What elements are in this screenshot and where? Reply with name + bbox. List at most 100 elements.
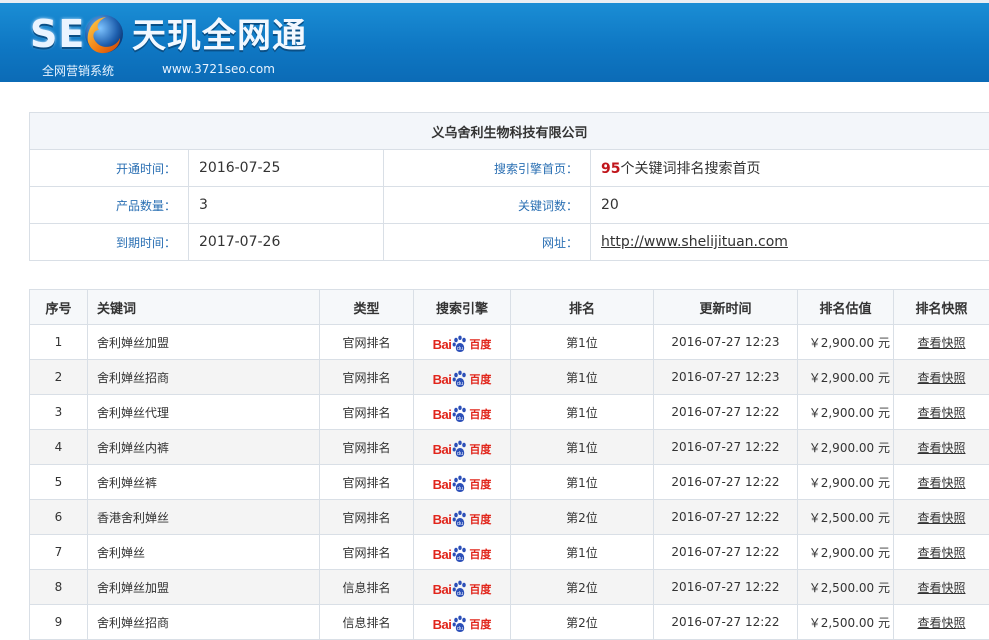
table-header-row: 序号 关键词 类型 搜索引擎 排名 更新时间 排名估值 排名快照: [30, 290, 989, 325]
view-snapshot-link[interactable]: 查看快照: [917, 371, 965, 385]
row-number: 7: [30, 535, 88, 570]
row-number: 6: [30, 500, 88, 535]
row-keyword: 舍利婵丝招商: [88, 360, 320, 395]
svg-text:du: du: [457, 451, 463, 457]
view-snapshot-link[interactable]: 查看快照: [917, 511, 965, 525]
col-header-snapshot: 排名快照: [894, 290, 989, 325]
view-snapshot-link[interactable]: 查看快照: [917, 476, 965, 490]
homepage-keyword-count: 95: [601, 161, 620, 177]
view-snapshot-link[interactable]: 查看快照: [917, 616, 965, 630]
baidu-paw-icon: du: [452, 580, 468, 598]
row-snapshot: 查看快照: [894, 325, 989, 360]
table-row: 2 舍利婵丝招商 官网排名 Bai du 百度 第1位 2016-07-27 1…: [30, 360, 989, 395]
baidu-paw-icon: du: [452, 370, 468, 388]
company-info-table: 义乌舍利生物科技有限公司 开通时间： 2016-07-25 搜索引擎首页： 95…: [29, 112, 989, 261]
company-name: 义乌舍利生物科技有限公司: [30, 113, 989, 150]
firefox-globe-icon: [82, 12, 126, 56]
row-snapshot: 查看快照: [894, 395, 989, 430]
row-value: ￥2,900.00 元: [798, 395, 894, 430]
website-link[interactable]: http://www.shelijituan.com: [601, 234, 788, 250]
baidu-logo-du: 百度: [469, 336, 491, 352]
svg-text:du: du: [457, 591, 463, 597]
svg-text:du: du: [457, 486, 463, 492]
baidu-logo-bai: Bai: [433, 582, 452, 597]
row-value: ￥2,500.00 元: [798, 570, 894, 605]
col-header-value: 排名估值: [798, 290, 894, 325]
row-update-time: 2016-07-27 12:22: [654, 465, 798, 500]
row-type: 官网排名: [320, 325, 414, 360]
baidu-logo-bai: Bai: [433, 442, 452, 457]
row-rank: 第1位: [511, 360, 654, 395]
baidu-paw-icon: du: [452, 615, 468, 633]
baidu-logo-du: 百度: [469, 546, 491, 562]
table-row: 3 舍利婵丝代理 官网排名 Bai du 百度 第1位 2016-07-27 1…: [30, 395, 989, 430]
search-homepage-label: 搜索引擎首页：: [384, 150, 591, 187]
keyword-count-label: 关键词数：: [384, 187, 591, 224]
row-number: 2: [30, 360, 88, 395]
keyword-ranking-table: 序号 关键词 类型 搜索引擎 排名 更新时间 排名估值 排名快照 1 舍利婵丝加…: [29, 289, 989, 640]
view-snapshot-link[interactable]: 查看快照: [917, 406, 965, 420]
search-homepage-value: 95个关键词排名搜索首页: [591, 150, 989, 187]
row-rank: 第2位: [511, 570, 654, 605]
baidu-logo-du: 百度: [469, 476, 491, 492]
baidu-logo-bai: Bai: [433, 407, 452, 422]
row-type: 官网排名: [320, 500, 414, 535]
logo-subtitle: 全网营销系统: [42, 62, 114, 79]
row-rank: 第1位: [511, 465, 654, 500]
view-snapshot-link[interactable]: 查看快照: [917, 546, 965, 560]
expire-date-value: 2017-07-26: [189, 224, 384, 261]
row-snapshot: 查看快照: [894, 465, 989, 500]
baidu-logo: Bai du 百度: [433, 545, 492, 563]
row-number: 4: [30, 430, 88, 465]
svg-text:du: du: [457, 346, 463, 352]
row-rank: 第1位: [511, 535, 654, 570]
row-rank: 第2位: [511, 605, 654, 640]
row-update-time: 2016-07-27 12:22: [654, 570, 798, 605]
svg-text:du: du: [457, 381, 463, 387]
homepage-keyword-text: 个关键词排名搜索首页: [620, 161, 760, 177]
row-type: 官网排名: [320, 465, 414, 500]
row-rank: 第2位: [511, 500, 654, 535]
row-number: 8: [30, 570, 88, 605]
row-rank: 第1位: [511, 395, 654, 430]
row-update-time: 2016-07-27 12:22: [654, 500, 798, 535]
table-row: 7 舍利婵丝 官网排名 Bai du 百度 第1位 2016-07-27 12:…: [30, 535, 989, 570]
col-header-keyword: 关键词: [88, 290, 320, 325]
row-update-time: 2016-07-27 12:23: [654, 325, 798, 360]
view-snapshot-link[interactable]: 查看快照: [917, 336, 965, 350]
col-header-rank: 排名: [511, 290, 654, 325]
col-header-engine: 搜索引擎: [414, 290, 511, 325]
logo-url: www.3721seo.com: [162, 62, 275, 76]
row-number: 1: [30, 325, 88, 360]
row-engine: Bai du 百度: [414, 430, 511, 465]
row-number: 9: [30, 605, 88, 640]
row-keyword: 舍利婵丝内裤: [88, 430, 320, 465]
table-row: 5 舍利婵丝裤 官网排名 Bai du 百度 第1位 2016-07-27 12…: [30, 465, 989, 500]
row-number: 3: [30, 395, 88, 430]
baidu-logo-bai: Bai: [433, 477, 452, 492]
table-row: 8 舍利婵丝加盟 信息排名 Bai du 百度 第2位 2016-07-27 1…: [30, 570, 989, 605]
baidu-logo-du: 百度: [469, 371, 491, 387]
header-banner: SEO 天玑全网通 全网营销系统 www.3721seo.com: [0, 0, 989, 82]
baidu-logo-du: 百度: [469, 581, 491, 597]
logo-title: 天玑全网通: [132, 14, 307, 58]
baidu-logo: Bai du 百度: [433, 475, 492, 493]
row-keyword: 舍利婵丝代理: [88, 395, 320, 430]
col-header-type: 类型: [320, 290, 414, 325]
row-engine: Bai du 百度: [414, 360, 511, 395]
row-type: 官网排名: [320, 535, 414, 570]
row-update-time: 2016-07-27 12:22: [654, 395, 798, 430]
row-type: 信息排名: [320, 605, 414, 640]
svg-text:du: du: [457, 626, 463, 632]
baidu-logo-bai: Bai: [433, 372, 452, 387]
baidu-logo-du: 百度: [469, 406, 491, 422]
row-keyword: 舍利婵丝加盟: [88, 570, 320, 605]
baidu-logo: Bai du 百度: [433, 405, 492, 423]
view-snapshot-link[interactable]: 查看快照: [917, 581, 965, 595]
table-row: 4 舍利婵丝内裤 官网排名 Bai du 百度 第1位 2016-07-27 1…: [30, 430, 989, 465]
info-row-open-date: 开通时间： 2016-07-25 搜索引擎首页： 95个关键词排名搜索首页: [30, 150, 989, 187]
browser-tab-strip: [0, 0, 989, 3]
row-value: ￥2,900.00 元: [798, 360, 894, 395]
view-snapshot-link[interactable]: 查看快照: [917, 441, 965, 455]
row-engine: Bai du 百度: [414, 325, 511, 360]
